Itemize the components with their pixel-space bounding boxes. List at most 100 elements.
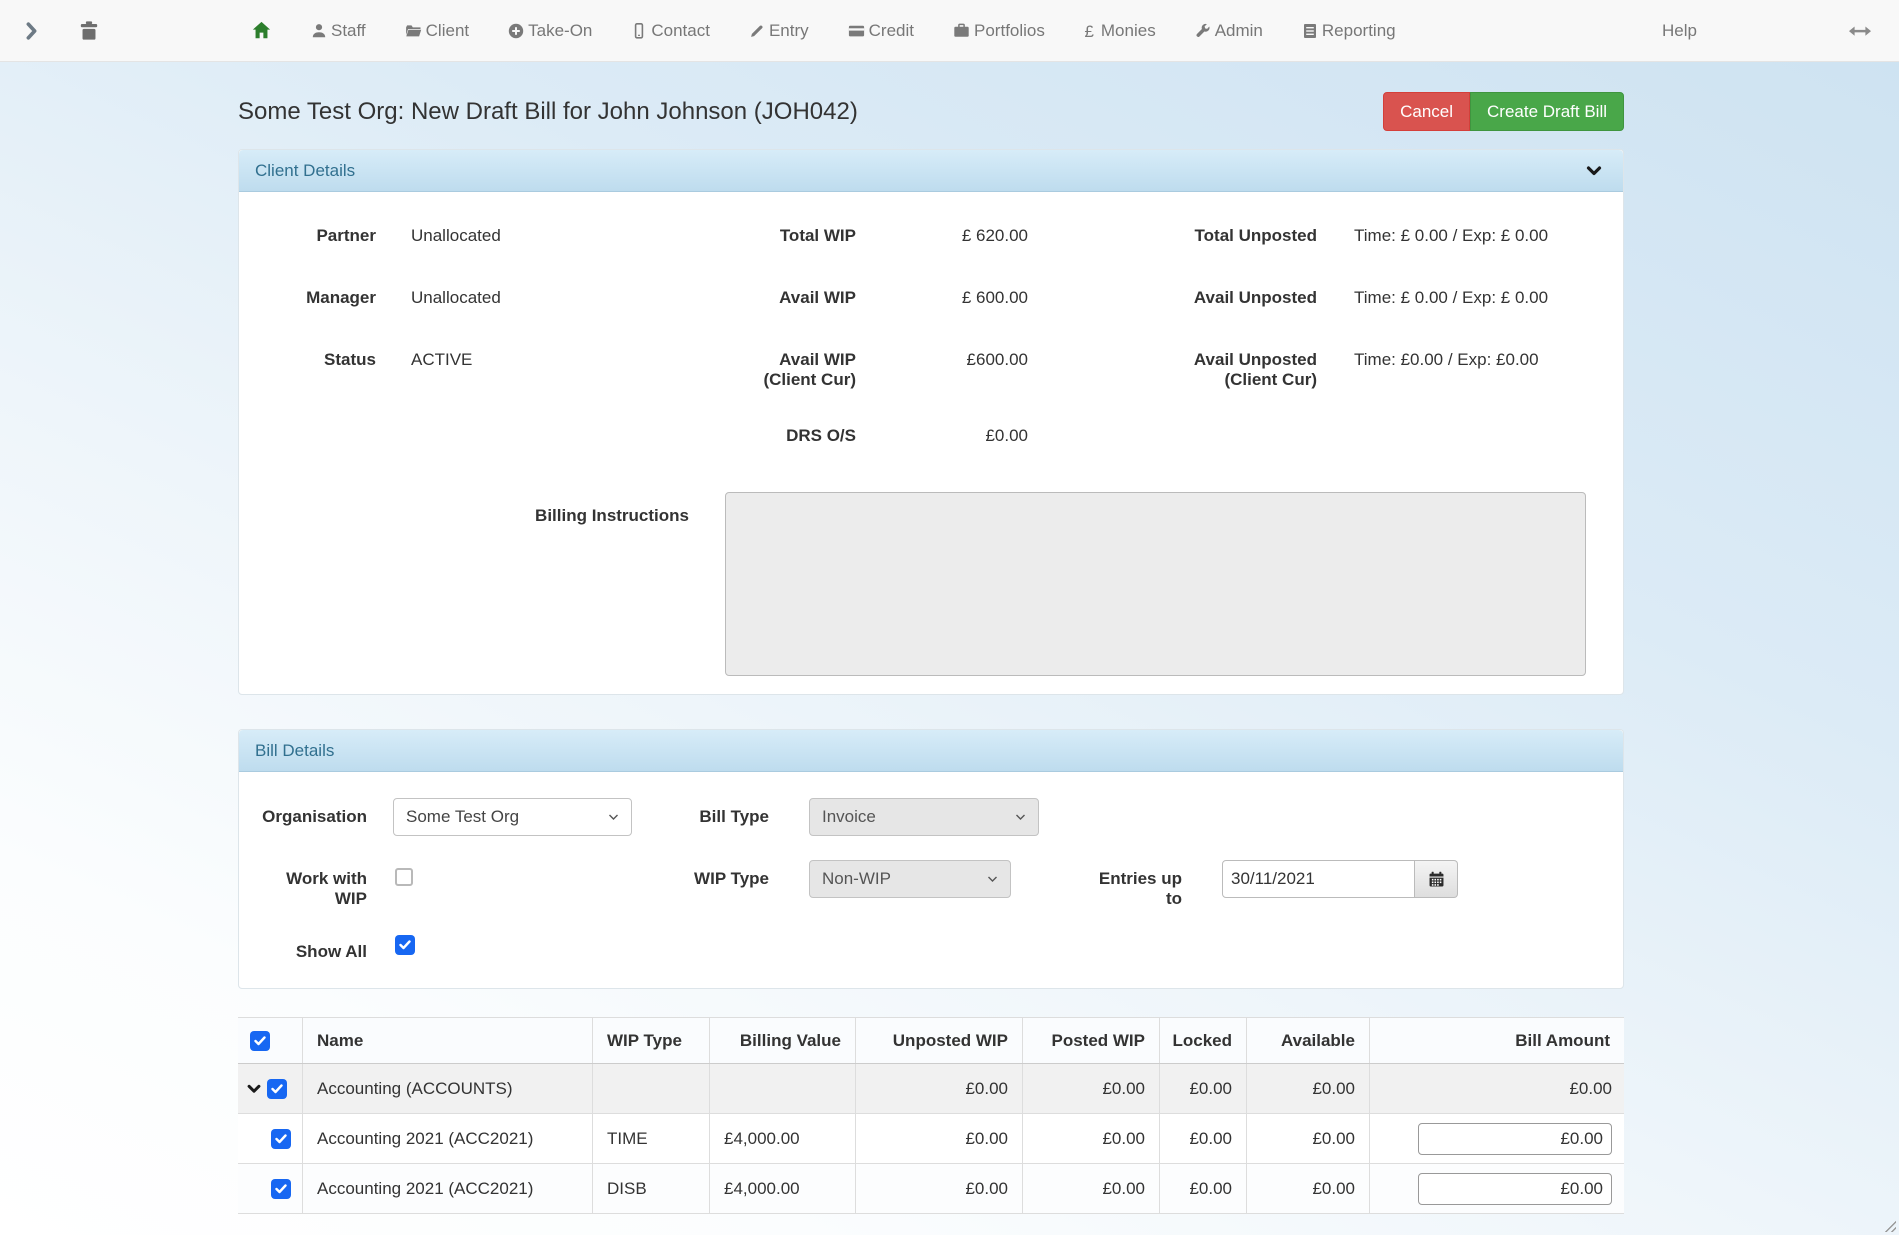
bill-details-title: Bill Details xyxy=(255,741,334,761)
cell-posted-wip: £0.00 xyxy=(1023,1164,1160,1213)
check-icon xyxy=(399,940,411,950)
pencil-icon xyxy=(748,22,766,40)
avail-wip-client-cur-value: £600.00 xyxy=(856,350,1036,370)
work-with-wip-checkbox[interactable] xyxy=(395,868,413,886)
help-link[interactable]: Help xyxy=(1662,21,1697,41)
nav-item-contact[interactable]: Contact xyxy=(630,21,710,41)
nav-item-portfolios[interactable]: Portfolios xyxy=(952,21,1045,41)
col-header-name: Name xyxy=(303,1018,593,1063)
wip-type-label: WIP Type xyxy=(633,860,769,889)
top-navbar: Staff Client Take-On Contact Entry Credi… xyxy=(0,0,1899,62)
cancel-button[interactable]: Cancel xyxy=(1383,92,1470,131)
check-icon xyxy=(271,1084,283,1094)
col-header-available: Available xyxy=(1247,1018,1370,1063)
double-arrow-icon[interactable] xyxy=(1847,22,1873,40)
credit-card-icon xyxy=(847,22,866,40)
nav-item-entry[interactable]: Entry xyxy=(748,21,809,41)
avail-wip-client-cur-label: Avail WIP (Client Cur) xyxy=(633,350,856,390)
collapse-chevron-icon[interactable] xyxy=(1585,162,1603,180)
nav-item-staff[interactable]: Staff xyxy=(310,21,366,41)
cell-billing-value xyxy=(710,1064,856,1113)
calendar-icon xyxy=(1427,870,1446,889)
nav-item-label: Portfolios xyxy=(974,21,1045,41)
col-header-posted-wip: Posted WIP xyxy=(1023,1018,1160,1063)
calendar-button[interactable] xyxy=(1415,860,1458,898)
total-unposted-value: Time: £ 0.00 / Exp: £ 0.00 xyxy=(1317,226,1623,246)
cell-wip-type xyxy=(593,1064,710,1113)
organisation-select[interactable]: Some Test Org xyxy=(393,798,632,836)
bill-details-panel: Bill Details Organisation Some Test Org … xyxy=(238,729,1624,989)
wip-type-select[interactable]: Non-WIP xyxy=(809,860,1011,898)
bill-type-select[interactable]: Invoice xyxy=(809,798,1039,836)
create-draft-bill-button[interactable]: Create Draft Bill xyxy=(1470,92,1624,131)
avail-wip-label: Avail WIP xyxy=(633,288,856,308)
show-all-checkbox[interactable] xyxy=(395,935,415,955)
nav-item-home[interactable] xyxy=(251,20,272,41)
select-all-checkbox[interactable] xyxy=(250,1031,270,1051)
avail-unposted-label: Avail Unposted xyxy=(1036,288,1317,308)
avail-unposted-client-cur-label: Avail Unposted (Client Cur) xyxy=(1036,350,1317,390)
wrench-icon xyxy=(1194,22,1212,40)
client-details-header[interactable]: Client Details xyxy=(239,150,1623,192)
organisation-label: Organisation xyxy=(239,798,367,827)
chevron-down-icon xyxy=(987,876,998,883)
col-header-locked: Locked xyxy=(1160,1018,1247,1063)
sidebar-expand-icon[interactable] xyxy=(22,20,41,42)
cell-name: Accounting (ACCOUNTS) xyxy=(303,1064,593,1113)
billing-instructions-textarea[interactable] xyxy=(725,492,1586,676)
nav-item-take-on[interactable]: Take-On xyxy=(507,21,592,41)
nav-item-label: Take-On xyxy=(528,21,592,41)
nav-item-label: Admin xyxy=(1215,21,1263,41)
bill-amount-input[interactable] xyxy=(1418,1173,1612,1205)
home-icon xyxy=(251,20,272,41)
expand-chevron-icon[interactable] xyxy=(246,1081,262,1097)
plus-circle-icon xyxy=(507,22,525,40)
cell-unposted-wip: £0.00 xyxy=(856,1164,1023,1213)
nav-item-label: Staff xyxy=(331,21,366,41)
partner-value: Unallocated xyxy=(376,226,633,246)
client-details-panel: Client Details Partner Unallocated Total… xyxy=(238,149,1624,695)
person-icon xyxy=(310,22,328,40)
wip-type-selected-value: Non-WIP xyxy=(822,869,891,889)
check-icon xyxy=(254,1036,266,1046)
trash-icon[interactable] xyxy=(77,19,101,43)
clipboard-icon xyxy=(1301,22,1319,40)
nav-item-label: Client xyxy=(426,21,469,41)
cell-posted-wip: £0.00 xyxy=(1023,1114,1160,1163)
resize-handle-icon[interactable] xyxy=(1883,1219,1896,1232)
cell-name: Accounting 2021 (ACC2021) xyxy=(303,1164,593,1213)
status-label: Status xyxy=(239,350,376,370)
bill-details-header[interactable]: Bill Details xyxy=(239,730,1623,772)
bill-amount-input[interactable] xyxy=(1418,1123,1612,1155)
partner-label: Partner xyxy=(239,226,376,246)
avail-unposted-client-cur-value: Time: £0.00 / Exp: £0.00 xyxy=(1317,350,1623,370)
nav-item-reporting[interactable]: Reporting xyxy=(1301,21,1396,41)
avail-wip-value: £ 600.00 xyxy=(856,288,1036,308)
cell-billing-value: £4,000.00 xyxy=(710,1114,856,1163)
cell-available: £0.00 xyxy=(1247,1164,1370,1213)
nav-item-monies[interactable]: £ Monies xyxy=(1083,21,1156,41)
entries-up-to-date-input[interactable] xyxy=(1222,860,1415,898)
work-with-wip-label: Work with WIP xyxy=(239,860,367,909)
nav-item-admin[interactable]: Admin xyxy=(1194,21,1263,41)
chevron-down-icon xyxy=(1015,814,1026,821)
check-icon xyxy=(275,1134,287,1144)
cell-available: £0.00 xyxy=(1247,1114,1370,1163)
cell-locked: £0.00 xyxy=(1160,1164,1247,1213)
cell-bill-amount: £0.00 xyxy=(1370,1064,1624,1113)
cell-name: Accounting 2021 (ACC2021) xyxy=(303,1114,593,1163)
nav-item-credit[interactable]: Credit xyxy=(847,21,914,41)
row-checkbox[interactable] xyxy=(271,1179,291,1199)
svg-text:£: £ xyxy=(1084,22,1094,41)
wip-entries-table: Name WIP Type Billing Value Unposted WIP… xyxy=(238,1017,1624,1214)
row-checkbox[interactable] xyxy=(267,1079,287,1099)
nav-item-label: Credit xyxy=(869,21,914,41)
chevron-down-icon xyxy=(608,814,619,821)
nav-item-client[interactable]: Client xyxy=(404,21,469,41)
cell-available: £0.00 xyxy=(1247,1064,1370,1113)
pound-icon: £ xyxy=(1083,21,1098,41)
row-checkbox[interactable] xyxy=(271,1129,291,1149)
bill-type-label: Bill Type xyxy=(633,798,769,827)
entries-up-to-label: Entries up to xyxy=(1049,860,1182,909)
drs-os-value: £0.00 xyxy=(856,426,1036,446)
